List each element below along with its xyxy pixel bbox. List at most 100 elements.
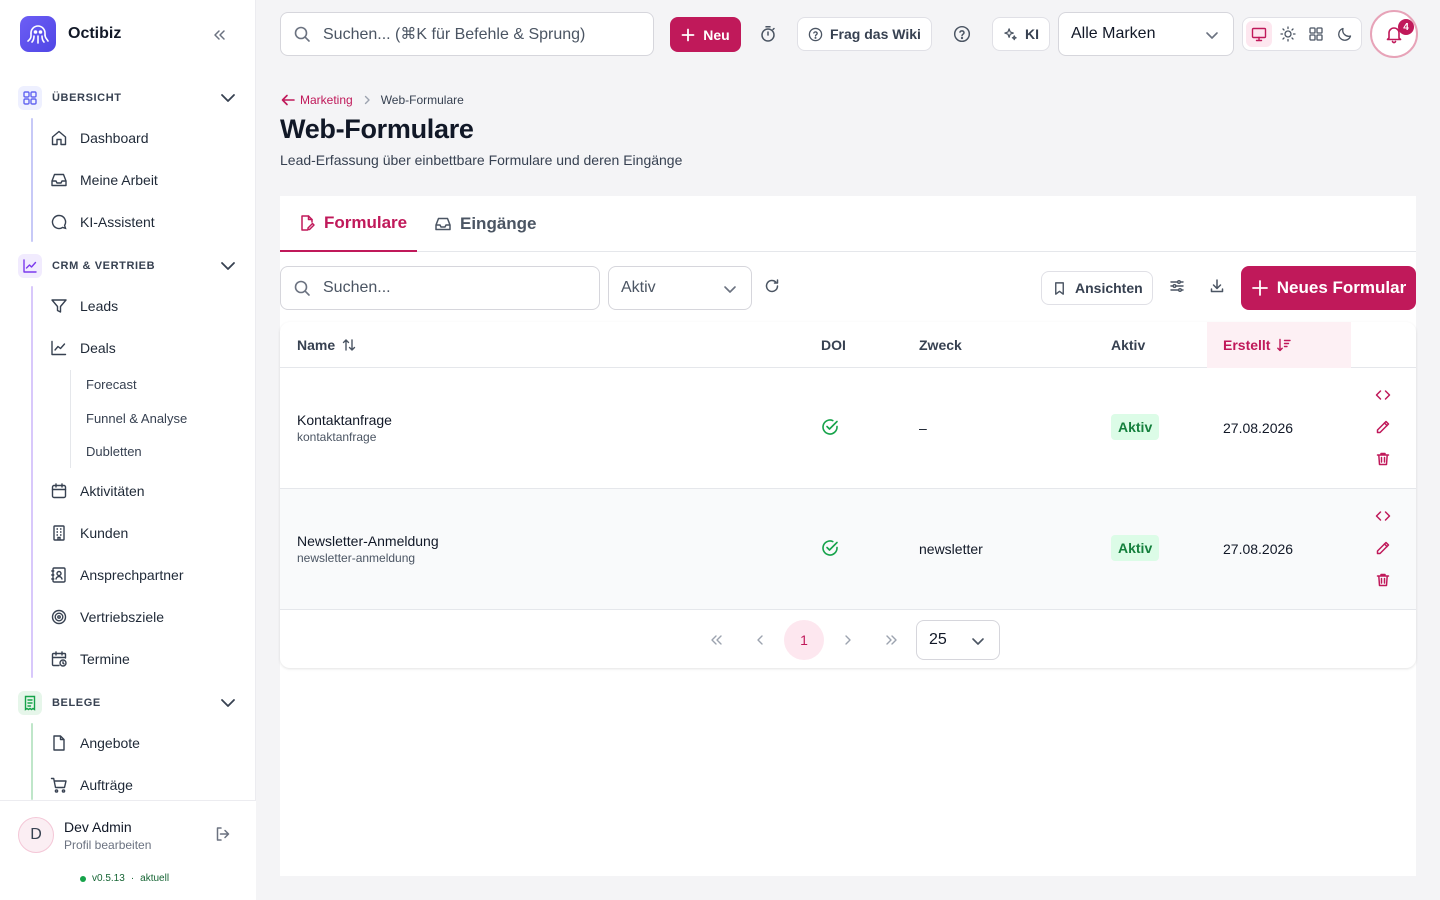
new-form-label: Neues Formular bbox=[1276, 278, 1407, 297]
stopwatch-icon bbox=[761, 26, 775, 42]
sidebar-item-label: Aktivitäten bbox=[80, 483, 145, 499]
ai-button[interactable]: KI bbox=[992, 17, 1050, 51]
theme-dark-button[interactable] bbox=[1332, 21, 1358, 47]
trending-chart-icon bbox=[18, 254, 42, 278]
saved-views-button[interactable]: Ansichten bbox=[1041, 271, 1153, 305]
row-actions bbox=[1374, 386, 1392, 472]
brand-filter-select[interactable]: Alle Marken bbox=[1058, 12, 1234, 56]
table-search-input[interactable]: Suchen... bbox=[280, 266, 600, 310]
sidebar-item-quotes[interactable]: Angebote bbox=[50, 727, 246, 759]
current-page-button[interactable]: 1 bbox=[784, 620, 824, 660]
status-filter-value: Aktiv bbox=[621, 279, 656, 296]
column-header-name[interactable]: Name bbox=[297, 322, 357, 368]
brand[interactable]: Octibiz bbox=[20, 16, 121, 52]
sidebar-item-label: Leads bbox=[80, 298, 119, 314]
sidebar-item-my-work[interactable]: Meine Arbeit bbox=[50, 164, 246, 196]
file-icon bbox=[53, 735, 65, 751]
global-search-input[interactable]: Suchen... (⌘K für Befehle & Sprung) bbox=[280, 12, 654, 56]
sidebar-item-activities[interactable]: Aktivitäten bbox=[50, 475, 246, 507]
layout-compact-button[interactable] bbox=[1303, 21, 1329, 47]
nav-section-rail bbox=[31, 118, 33, 242]
avatar[interactable]: D bbox=[18, 817, 54, 853]
delete-button[interactable] bbox=[1374, 571, 1392, 589]
saved-views-label: Ansichten bbox=[1075, 280, 1143, 296]
edit-profile-link[interactable]: Profil bearbeiten bbox=[64, 838, 151, 852]
table-row[interactable]: Newsletter-Anmeldung newsletter-anmeldun… bbox=[280, 489, 1416, 610]
sidebar-item-leads[interactable]: Leads bbox=[50, 290, 246, 322]
table-row[interactable]: Kontaktanfrage kontaktanfrage – Aktiv 27… bbox=[280, 368, 1416, 489]
chevron-down-icon bbox=[724, 286, 736, 293]
layout-grid-icon bbox=[1309, 27, 1323, 41]
logout-button[interactable] bbox=[214, 825, 232, 848]
first-page-button[interactable] bbox=[696, 620, 736, 660]
form-name[interactable]: Kontaktanfrage bbox=[297, 412, 392, 428]
column-header-created[interactable]: Erstellt bbox=[1207, 322, 1351, 368]
funnel-icon bbox=[51, 299, 67, 313]
sidebar-item-label: Meine Arbeit bbox=[80, 172, 158, 188]
sidebar-subitem-funnel[interactable]: Funnel & Analyse bbox=[86, 411, 187, 426]
plus-icon bbox=[681, 28, 695, 41]
status-badge: Aktiv bbox=[1111, 414, 1160, 440]
form-name-cell: Newsletter-Anmeldung newsletter-anmeldun… bbox=[297, 533, 439, 565]
sidebar-item-deals[interactable]: Deals bbox=[50, 332, 246, 364]
export-button[interactable] bbox=[1209, 278, 1225, 299]
sidebar-subitem-duplicates[interactable]: Dubletten bbox=[86, 444, 142, 459]
form-name[interactable]: Newsletter-Anmeldung bbox=[297, 533, 439, 549]
collapse-sidebar-button[interactable] bbox=[208, 24, 230, 46]
sidebar-item-contacts[interactable]: Ansprechpartner bbox=[50, 559, 246, 591]
sidebar-item-appointments[interactable]: Termine bbox=[50, 643, 246, 675]
tab-forms-label: Formulare bbox=[324, 213, 408, 232]
chevrons-left-icon bbox=[711, 635, 722, 645]
status-badge: Aktiv bbox=[1111, 535, 1160, 561]
edit-button[interactable] bbox=[1374, 418, 1392, 436]
tab-forms[interactable]: Formulare bbox=[280, 196, 417, 252]
page-title: Web-Formulare bbox=[280, 114, 474, 144]
nav-section-rail bbox=[31, 286, 33, 678]
new-button[interactable]: Neu bbox=[670, 17, 741, 52]
theme-light-button[interactable] bbox=[1275, 21, 1301, 47]
column-header-label: Aktiv bbox=[1111, 337, 1146, 353]
chevron-right-icon bbox=[845, 635, 851, 645]
breadcrumb-parent-link[interactable]: Marketing bbox=[280, 92, 353, 108]
notifications-button[interactable]: 4 bbox=[1370, 10, 1418, 58]
new-form-button[interactable]: Neues Formular bbox=[1241, 266, 1416, 310]
status-filter-select[interactable]: Aktiv bbox=[608, 266, 752, 310]
column-header-label: Name bbox=[297, 337, 336, 353]
sort-descending-icon bbox=[1277, 338, 1292, 352]
content-card: Formulare Eingänge Suchen... Aktiv Ansic… bbox=[280, 196, 1416, 876]
sidebar-item-orders[interactable]: Aufträge bbox=[50, 769, 246, 801]
nav-section-documents[interactable]: BELEGE bbox=[18, 691, 240, 715]
sidebar-item-customers[interactable]: Kunden bbox=[50, 517, 246, 549]
tab-submissions[interactable]: Eingänge bbox=[434, 196, 554, 252]
edit-button[interactable] bbox=[1374, 539, 1392, 557]
theme-system-button[interactable] bbox=[1246, 21, 1273, 47]
embed-code-button[interactable] bbox=[1374, 507, 1392, 525]
sub-nav-rail bbox=[70, 370, 71, 468]
code-icon bbox=[1375, 511, 1391, 521]
nav-section-overview[interactable]: ÜBERSICHT bbox=[18, 86, 240, 110]
delete-button[interactable] bbox=[1374, 450, 1392, 468]
chevrons-left-icon bbox=[214, 30, 225, 40]
chat-search-icon bbox=[51, 214, 67, 230]
forms-table: Name DOI Zweck Aktiv Erstellt Kontaktanf… bbox=[280, 322, 1416, 668]
download-icon bbox=[1210, 279, 1224, 293]
nav-section-crm[interactable]: CRM & VERTRIEB bbox=[18, 254, 240, 278]
page-size-select[interactable]: 25 bbox=[916, 620, 1000, 660]
refresh-button[interactable] bbox=[764, 278, 780, 299]
timer-button[interactable] bbox=[758, 24, 778, 44]
column-settings-button[interactable] bbox=[1169, 278, 1185, 299]
sidebar-subitem-forecast[interactable]: Forecast bbox=[86, 377, 137, 392]
last-page-button[interactable] bbox=[872, 620, 912, 660]
embed-code-button[interactable] bbox=[1374, 386, 1392, 404]
search-icon bbox=[294, 280, 310, 296]
sidebar-item-ai-assistant[interactable]: KI-Assistent bbox=[50, 206, 246, 238]
home-icon bbox=[51, 130, 67, 146]
next-page-button[interactable] bbox=[828, 620, 868, 660]
help-button[interactable] bbox=[952, 24, 972, 44]
column-header-active: Aktiv bbox=[1111, 322, 1145, 368]
ask-wiki-button[interactable]: Frag das Wiki bbox=[797, 17, 932, 51]
sidebar-item-label: Aufträge bbox=[80, 777, 133, 793]
sidebar-item-sales-targets[interactable]: Vertriebsziele bbox=[50, 601, 246, 633]
sidebar-item-dashboard[interactable]: Dashboard bbox=[50, 122, 246, 154]
previous-page-button[interactable] bbox=[740, 620, 780, 660]
